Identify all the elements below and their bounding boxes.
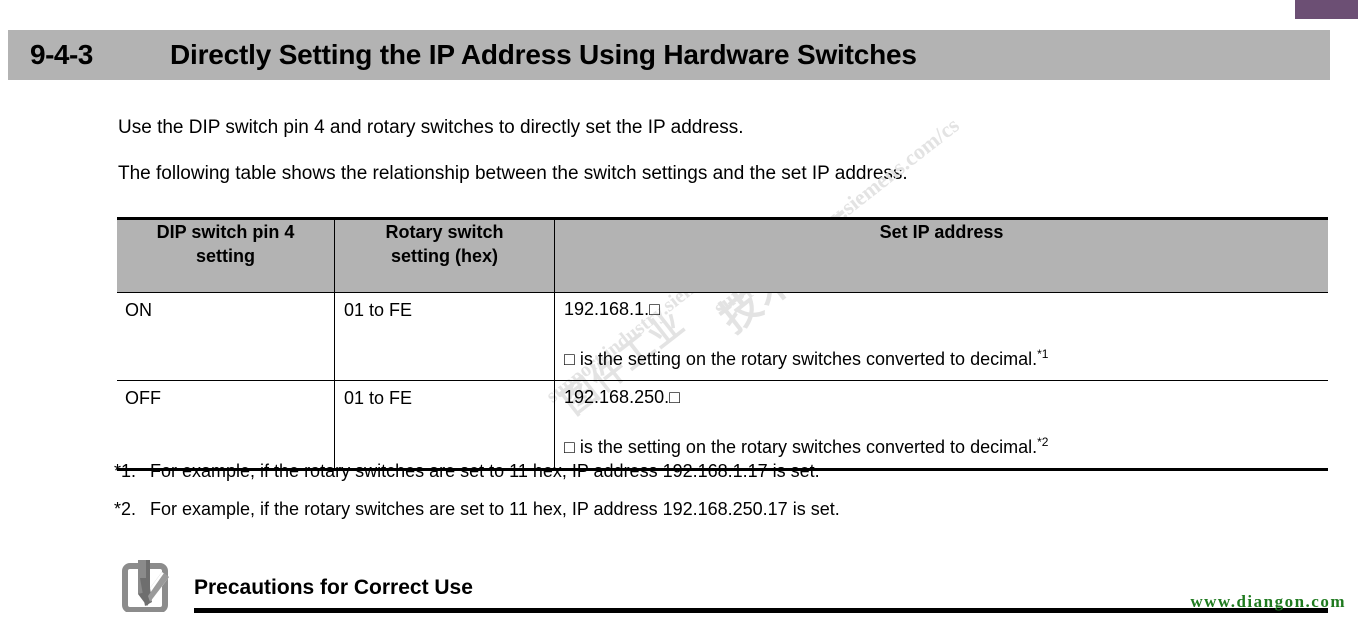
section-number: 9-4-3 bbox=[30, 39, 93, 70]
ip-address-value-row1: 192.168.1.□ bbox=[564, 299, 660, 319]
page-corner-tab bbox=[1295, 0, 1358, 19]
section-header-band: 9-4-3 Directly Setting the IP Address Us… bbox=[8, 30, 1330, 80]
table-header: DIP switch pin 4 setting Rotary switch s… bbox=[117, 217, 1328, 293]
ip-address-value-row2: 192.168.250.□ bbox=[564, 387, 680, 407]
section-title: Directly Setting the IP Address Using Ha… bbox=[170, 39, 917, 70]
column-header-rotary-switch-line1: Rotary switch bbox=[385, 222, 504, 242]
footnote-2: *2. For example, if the rotary switches a… bbox=[114, 499, 840, 520]
ip-address-note-text-row1: □ is the setting on the rotary switches … bbox=[564, 349, 1038, 369]
table-header-row: DIP switch pin 4 setting Rotary switch s… bbox=[117, 217, 1328, 293]
intro-paragraph-1: Use the DIP switch pin 4 and rotary swit… bbox=[118, 117, 744, 138]
cell-set-ip-address-row1: 192.168.1.□ □ is the setting on the rota… bbox=[554, 292, 1328, 381]
footnote-2-text: For example, if the rotary switches are … bbox=[150, 499, 840, 519]
column-header-dip-switch: DIP switch pin 4 setting bbox=[117, 217, 335, 293]
column-header-rotary-switch: Rotary switch setting (hex) bbox=[334, 217, 555, 293]
intro-paragraph-2: The following table shows the relationsh… bbox=[118, 163, 908, 184]
ip-address-note-row1: □ is the setting on the rotary switches … bbox=[564, 348, 1328, 368]
cell-dip-switch-off: OFF bbox=[117, 380, 335, 471]
checkmark-clipboard-icon bbox=[122, 560, 169, 612]
footnote-ref-2: *2 bbox=[1037, 435, 1049, 449]
cell-dip-switch-on: ON bbox=[117, 292, 335, 381]
cell-rotary-switch-row1: 01 to FE bbox=[334, 292, 555, 381]
site-watermark: www.diangon.com bbox=[1190, 592, 1346, 611]
table-body: ON 01 to FE 192.168.1.□ □ is the setting… bbox=[117, 292, 1328, 471]
footnote-2-marker: *2. bbox=[114, 499, 137, 519]
precautions-divider bbox=[194, 608, 1328, 613]
ip-address-note-row2: □ is the setting on the rotary switches … bbox=[564, 436, 1328, 456]
column-header-rotary-switch-line2: setting (hex) bbox=[390, 246, 498, 267]
footnote-1-marker: *1. bbox=[114, 461, 137, 481]
column-header-dip-switch-line2: setting bbox=[195, 246, 255, 267]
table-row: OFF 01 to FE 192.168.250.□ □ is the sett… bbox=[117, 380, 1328, 471]
table-row: ON 01 to FE 192.168.1.□ □ is the setting… bbox=[117, 292, 1328, 381]
cell-set-ip-address-row2: 192.168.250.□ □ is the setting on the ro… bbox=[554, 380, 1328, 471]
footnote-ref-1: *1 bbox=[1037, 347, 1049, 361]
ip-address-note-text-row2: □ is the setting on the rotary switches … bbox=[564, 437, 1038, 457]
column-header-set-ip-address: Set IP address bbox=[554, 217, 1328, 293]
cell-rotary-switch-row2: 01 to FE bbox=[334, 380, 555, 471]
footnote-1: *1. For example, if the rotary switches a… bbox=[114, 461, 820, 482]
precautions-section: Precautions for Correct Use bbox=[118, 556, 1328, 618]
column-header-dip-switch-line1: DIP switch pin 4 bbox=[156, 222, 295, 242]
precautions-title: Precautions for Correct Use bbox=[194, 576, 473, 599]
ip-address-settings-table: DIP switch pin 4 setting Rotary switch s… bbox=[117, 217, 1328, 471]
footnote-1-text: For example, if the rotary switches are … bbox=[150, 461, 820, 481]
